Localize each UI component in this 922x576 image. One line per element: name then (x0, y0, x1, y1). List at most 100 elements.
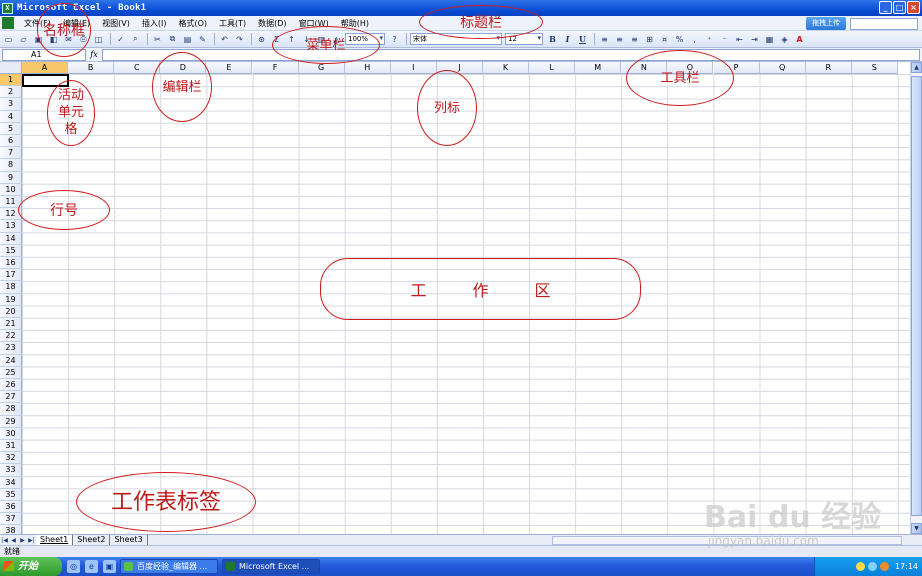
column-header-h[interactable]: H (344, 62, 391, 74)
column-header-i[interactable]: I (390, 62, 437, 74)
row-header-16[interactable]: 16 (0, 257, 22, 270)
formula-input[interactable] (102, 48, 920, 61)
tray-icon[interactable] (855, 562, 865, 571)
row-header-24[interactable]: 24 (0, 354, 22, 367)
close-button[interactable]: × (907, 1, 920, 14)
menu-data[interactable]: 数据(D) (252, 18, 292, 29)
row-header-17[interactable]: 17 (0, 269, 22, 282)
align-left-icon[interactable]: ≡ (598, 33, 611, 46)
row-header-27[interactable]: 27 (0, 391, 22, 404)
column-header-k[interactable]: K (483, 62, 530, 74)
comma-style-icon[interactable]: , (688, 33, 701, 46)
quick-launch-icon[interactable]: ◎ (67, 560, 80, 573)
decrease-decimal-icon[interactable]: ⁻ (718, 33, 731, 46)
column-header-e[interactable]: E (206, 62, 253, 74)
row-header-37[interactable]: 37 (0, 513, 22, 526)
browser-icon[interactable]: e (85, 560, 98, 573)
minimize-button[interactable]: _ (879, 1, 892, 14)
column-header-l[interactable]: L (529, 62, 576, 74)
row-header-6[interactable]: 6 (0, 135, 22, 148)
function-icon[interactable]: fx (86, 50, 102, 59)
new-icon[interactable]: ▭ (2, 33, 15, 46)
upload-button[interactable]: 拖拽上传 (806, 17, 846, 30)
hyperlink-icon[interactable]: ⊛ (255, 33, 268, 46)
row-header-32[interactable]: 32 (0, 452, 22, 465)
research-icon[interactable]: ⌕ (129, 33, 142, 46)
scroll-thumb[interactable] (911, 76, 922, 516)
row-header-19[interactable]: 19 (0, 293, 22, 306)
row-header-28[interactable]: 28 (0, 403, 22, 416)
column-header-f[interactable]: F (252, 62, 299, 74)
copy-icon[interactable]: ⧉ (166, 33, 179, 46)
row-header-35[interactable]: 35 (0, 488, 22, 501)
font-color-icon[interactable]: A (793, 33, 806, 46)
start-button[interactable]: 开始 (0, 557, 62, 576)
row-header-38[interactable]: 38 (0, 525, 22, 534)
borders-icon[interactable]: ▦ (763, 33, 776, 46)
row-header-5[interactable]: 5 (0, 122, 22, 135)
row-header-31[interactable]: 31 (0, 440, 22, 453)
row-header-36[interactable]: 36 (0, 501, 22, 514)
scroll-up-icon[interactable]: ▲ (911, 62, 922, 73)
row-header-4[interactable]: 4 (0, 110, 22, 123)
percent-button[interactable]: % (673, 33, 686, 46)
row-header-30[interactable]: 30 (0, 427, 22, 440)
select-all-corner[interactable] (0, 62, 22, 74)
column-header-q[interactable]: Q (759, 62, 806, 74)
excel-app-icon[interactable]: X (2, 2, 13, 14)
row-header-23[interactable]: 23 (0, 342, 22, 355)
prev-sheet-icon[interactable]: ◀ (9, 537, 18, 544)
row-header-33[interactable]: 33 (0, 464, 22, 477)
merge-center-icon[interactable]: ⊞ (643, 33, 656, 46)
currency-icon[interactable]: ¤ (658, 33, 671, 46)
last-sheet-icon[interactable]: ▶| (27, 537, 36, 544)
align-center-icon[interactable]: ≡ (613, 33, 626, 46)
bold-button[interactable]: B (546, 33, 559, 46)
spelling-icon[interactable]: ✓ (114, 33, 127, 46)
task-excel[interactable]: Microsoft Excel ... (222, 559, 320, 574)
menu-view[interactable]: 视图(V) (96, 18, 136, 29)
print-preview-icon[interactable]: ◫ (92, 33, 105, 46)
row-header-26[interactable]: 26 (0, 379, 22, 392)
next-sheet-icon[interactable]: ▶ (18, 537, 27, 544)
sheet-tab-2[interactable]: Sheet2 (73, 534, 111, 546)
row-header-3[interactable]: 3 (0, 98, 22, 111)
format-painter-icon[interactable]: ✎ (196, 33, 209, 46)
increase-decimal-icon[interactable]: ⁺ (703, 33, 716, 46)
italic-button[interactable]: I (561, 33, 574, 46)
row-header-10[interactable]: 10 (0, 183, 22, 196)
row-header-15[interactable]: 15 (0, 244, 22, 257)
open-icon[interactable]: ▱ (17, 33, 30, 46)
row-header-13[interactable]: 13 (0, 220, 22, 233)
workbook-icon[interactable] (2, 17, 14, 29)
row-header-29[interactable]: 29 (0, 415, 22, 428)
cut-icon[interactable]: ✂ (151, 33, 164, 46)
task-browser[interactable]: 百度经验_编辑器 ... (120, 559, 218, 574)
menu-format[interactable]: 格式(O) (172, 18, 213, 29)
fill-color-icon[interactable]: ◈ (778, 33, 791, 46)
row-header-2[interactable]: 2 (0, 86, 22, 99)
sheet-tab-1[interactable]: Sheet1 (36, 534, 74, 546)
menu-tools[interactable]: 工具(T) (213, 18, 252, 29)
volume-icon[interactable] (879, 562, 889, 571)
restore-button[interactable]: □ (893, 1, 906, 14)
help-icon[interactable]: ? (388, 33, 401, 46)
row-header-8[interactable]: 8 (0, 159, 22, 172)
sheet-tab-3[interactable]: Sheet3 (110, 534, 148, 546)
row-header-25[interactable]: 25 (0, 366, 22, 379)
row-header-18[interactable]: 18 (0, 281, 22, 294)
row-header-7[interactable]: 7 (0, 147, 22, 160)
vertical-scrollbar[interactable]: ▲ ▼ (910, 62, 922, 534)
row-header-22[interactable]: 22 (0, 330, 22, 343)
scroll-down-icon[interactable]: ▼ (911, 523, 922, 534)
column-header-c[interactable]: C (114, 62, 161, 74)
increase-indent-icon[interactable]: ⇥ (748, 33, 761, 46)
column-header-m[interactable]: M (575, 62, 622, 74)
underline-button[interactable]: U (576, 33, 589, 46)
column-header-b[interactable]: B (68, 62, 115, 74)
network-icon[interactable] (867, 562, 877, 571)
row-header-14[interactable]: 14 (0, 232, 22, 245)
undo-icon[interactable]: ↶ (218, 33, 231, 46)
align-right-icon[interactable]: ≡ (628, 33, 641, 46)
column-header-a[interactable]: A (22, 62, 69, 74)
